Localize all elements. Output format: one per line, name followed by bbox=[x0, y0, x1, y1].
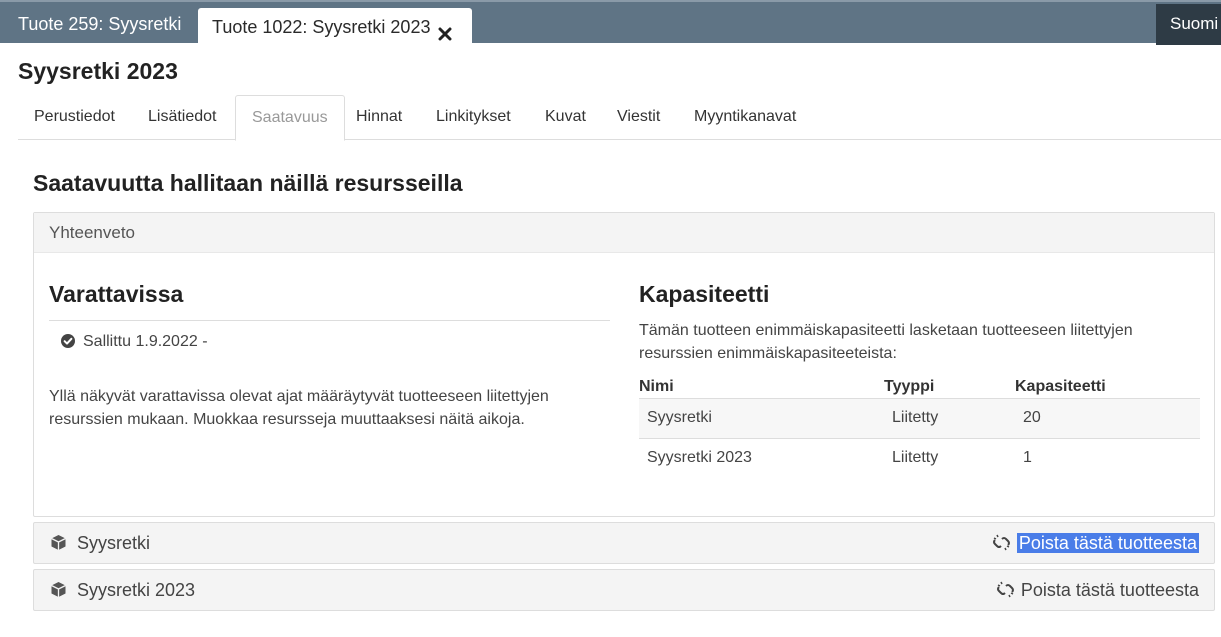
unlink-icon bbox=[996, 580, 1015, 599]
cell-capacity: 20 bbox=[1015, 398, 1200, 439]
cell-name: Syysretki 2023 bbox=[647, 449, 752, 467]
cell-capacity: 1 bbox=[1023, 449, 1032, 467]
tab-perustiedot[interactable]: Perustiedot bbox=[18, 95, 131, 140]
tab-product-1022-label: Tuote 1022: Syysretki 2023 bbox=[212, 17, 431, 37]
cell-type: Liitetty bbox=[892, 449, 939, 467]
capacity-section: Kapasiteetti Tämän tuotteen enimmäiskapa… bbox=[639, 281, 1200, 478]
tab-product-1022[interactable]: Tuote 1022: Syysretki 2023 bbox=[198, 8, 472, 45]
resource-name-text: Syysretki bbox=[77, 533, 151, 553]
tab-product-259[interactable]: Tuote 259: Syysretki bbox=[0, 4, 195, 45]
resource-row[interactable]: Syysretki Poista tästä tuotteesta bbox=[33, 522, 1215, 564]
cell-type: Liitetty bbox=[884, 398, 1015, 439]
check-circle-icon bbox=[61, 333, 75, 348]
page-title: Syysretki 2023 bbox=[18, 58, 178, 84]
remove-label: Poista tästä tuotteesta bbox=[1016, 533, 1199, 553]
divider bbox=[49, 320, 610, 321]
tab-saatavuus[interactable]: Saatavuus bbox=[235, 95, 345, 141]
sub-tabs: Perustiedot Lisätiedot Saatavuus Hinnat … bbox=[18, 95, 1221, 141]
resource-row[interactable]: Syysretki 2023 Poista tästä tuotteesta bbox=[33, 569, 1215, 611]
table-row: Syysretki Liitetty 20 bbox=[639, 398, 1200, 439]
remove-from-product-button[interactable]: Poista tästä tuotteesta bbox=[992, 532, 1199, 554]
bookable-title: Varattavissa bbox=[49, 281, 184, 307]
tab-linkitykset[interactable]: Linkitykset bbox=[420, 95, 527, 140]
allowed-period: Sallittu 1.9.2022 - bbox=[49, 331, 610, 353]
resource-name: Syysretki 2023 bbox=[50, 570, 195, 610]
bookable-description: Yllä näkyvät varattavissa olevat ajat mä… bbox=[49, 388, 549, 428]
resource-name-text: Syysretki 2023 bbox=[77, 580, 196, 600]
tab-hinnat[interactable]: Hinnat bbox=[340, 95, 418, 140]
cell-name: Syysretki bbox=[639, 398, 884, 439]
allowed-text: Sallittu 1.9.2022 - bbox=[83, 333, 208, 350]
summary-panel: Yhteenveto Varattavissa Sallittu 1.9.202… bbox=[33, 212, 1215, 517]
resource-name: Syysretki bbox=[50, 523, 150, 563]
language-selector[interactable]: Suomi bbox=[1156, 4, 1221, 45]
summary-header: Yhteenveto bbox=[34, 213, 1214, 253]
tab-lisatiedot[interactable]: Lisätiedot bbox=[132, 95, 233, 140]
table-header-row: Nimi Tyyppi Kapasiteetti bbox=[639, 376, 1200, 399]
remove-from-product-button[interactable]: Poista tästä tuotteesta bbox=[996, 579, 1199, 601]
top-tab-bar: Tuote 259: Syysretki Tuote 1022: Syysret… bbox=[0, 0, 1221, 45]
column-header-type: Tyyppi bbox=[884, 376, 1015, 399]
capacity-title: Kapasiteetti bbox=[639, 281, 770, 307]
capacity-description: Tämän tuotteen enimmäiskapasiteetti lask… bbox=[639, 322, 1133, 362]
column-header-capacity: Kapasiteetti bbox=[1015, 376, 1200, 399]
column-header-name: Nimi bbox=[639, 376, 884, 399]
tab-myyntikanavat[interactable]: Myyntikanavat bbox=[678, 95, 812, 140]
cube-icon bbox=[50, 525, 67, 550]
bookable-section: Varattavissa Sallittu 1.9.2022 - Yllä nä… bbox=[49, 281, 610, 431]
capacity-table: Nimi Tyyppi Kapasiteetti Syysretki Liite… bbox=[639, 376, 1200, 478]
close-icon[interactable] bbox=[438, 18, 452, 41]
tab-kuvat[interactable]: Kuvat bbox=[529, 95, 602, 140]
remove-label: Poista tästä tuotteesta bbox=[1020, 580, 1199, 600]
section-title: Saatavuutta hallitaan näillä resursseill… bbox=[33, 170, 463, 196]
table-row: Syysretki 2023 Liitetty 1 bbox=[639, 438, 1200, 478]
cube-icon bbox=[50, 572, 67, 597]
unlink-icon bbox=[992, 533, 1011, 552]
tab-viestit[interactable]: Viestit bbox=[601, 95, 676, 140]
